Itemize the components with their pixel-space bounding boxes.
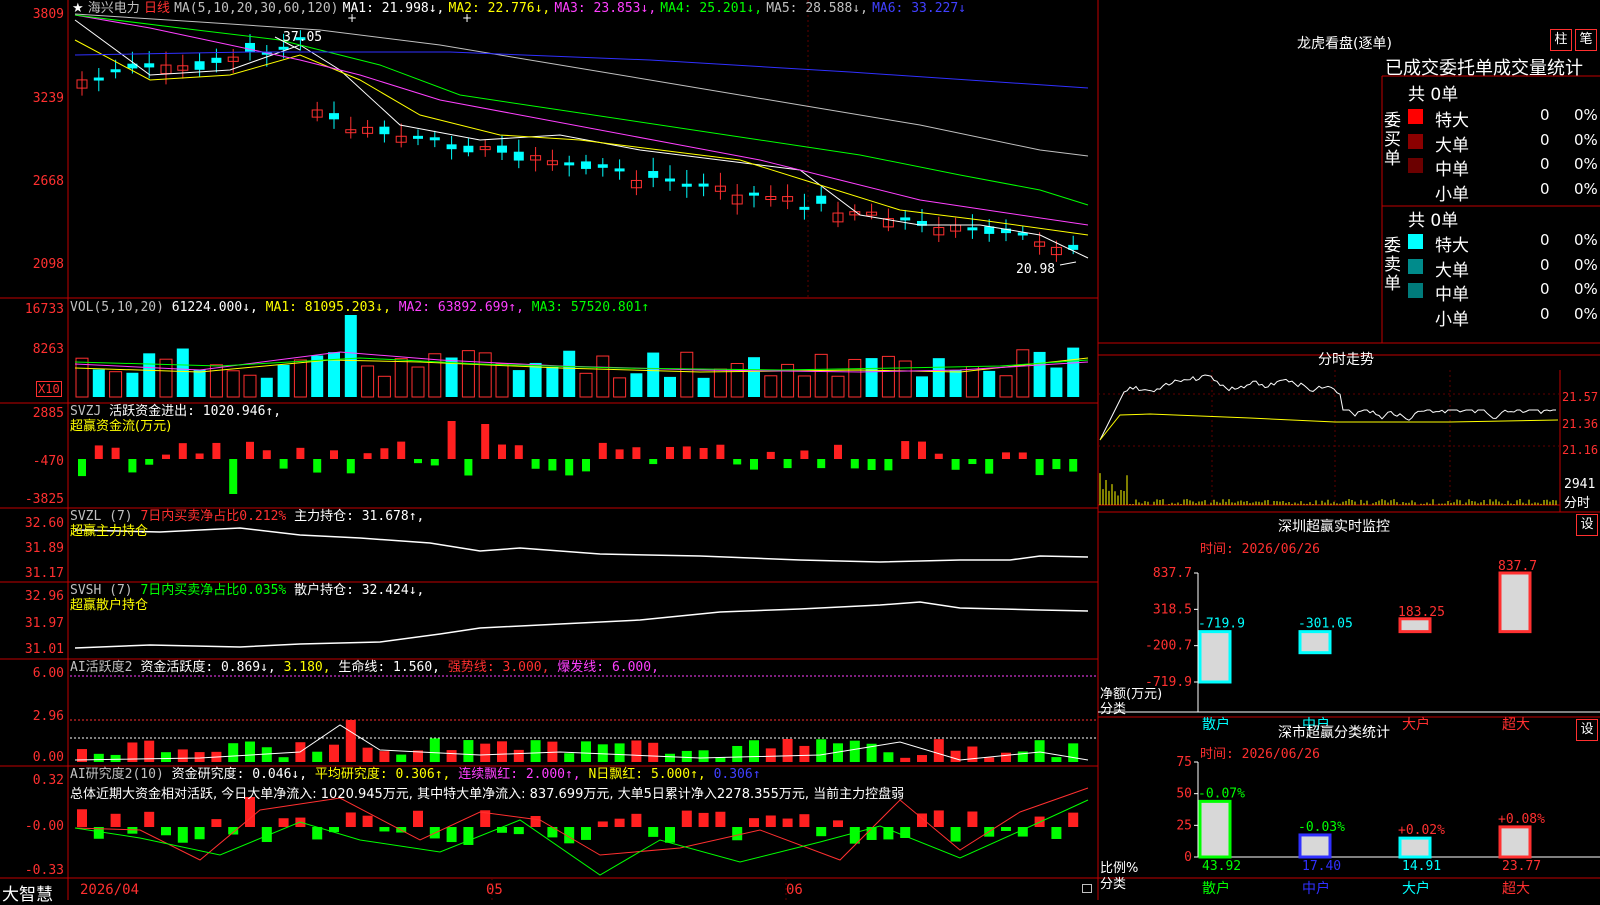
classstat-bar [1498, 825, 1532, 859]
classstat-pct-label: +0.02% [1398, 823, 1445, 838]
classstat-category-label: 超大 [1502, 881, 1530, 897]
classstat-ytick-label: 75 [1176, 755, 1192, 770]
classstat-value-label: 17.40 [1302, 859, 1341, 874]
classstat-category-label: 中户 [1302, 880, 1330, 897]
classstat-pct-label: -0.07% [1198, 786, 1245, 801]
classstat-category-label: 大户 [1402, 880, 1430, 897]
classstat-bar [1298, 833, 1332, 859]
classstat-category-label: 散户 [1202, 880, 1230, 897]
classstat-pct-label: -0.03% [1298, 820, 1345, 835]
classstat-bar-chart: 75 50 25 0 -0.07% 43.92 散户 -0.03% 17.40 中户 +0.02% 1… [1176, 755, 1600, 897]
classstat-bar [1198, 799, 1232, 859]
classstat-ytick-label: 25 [1176, 818, 1192, 833]
classstat-pct-label: +0.08% [1498, 812, 1545, 827]
classstat-ytick-label: 50 [1176, 787, 1192, 802]
classstat-ytick-label: 0 [1184, 850, 1192, 865]
classstat-value-label: 14.91 [1402, 859, 1441, 874]
classstat-value-label: 23.77 [1502, 859, 1541, 874]
classstat-value-label: 43.92 [1202, 859, 1241, 874]
classstat-bar [1398, 836, 1432, 859]
